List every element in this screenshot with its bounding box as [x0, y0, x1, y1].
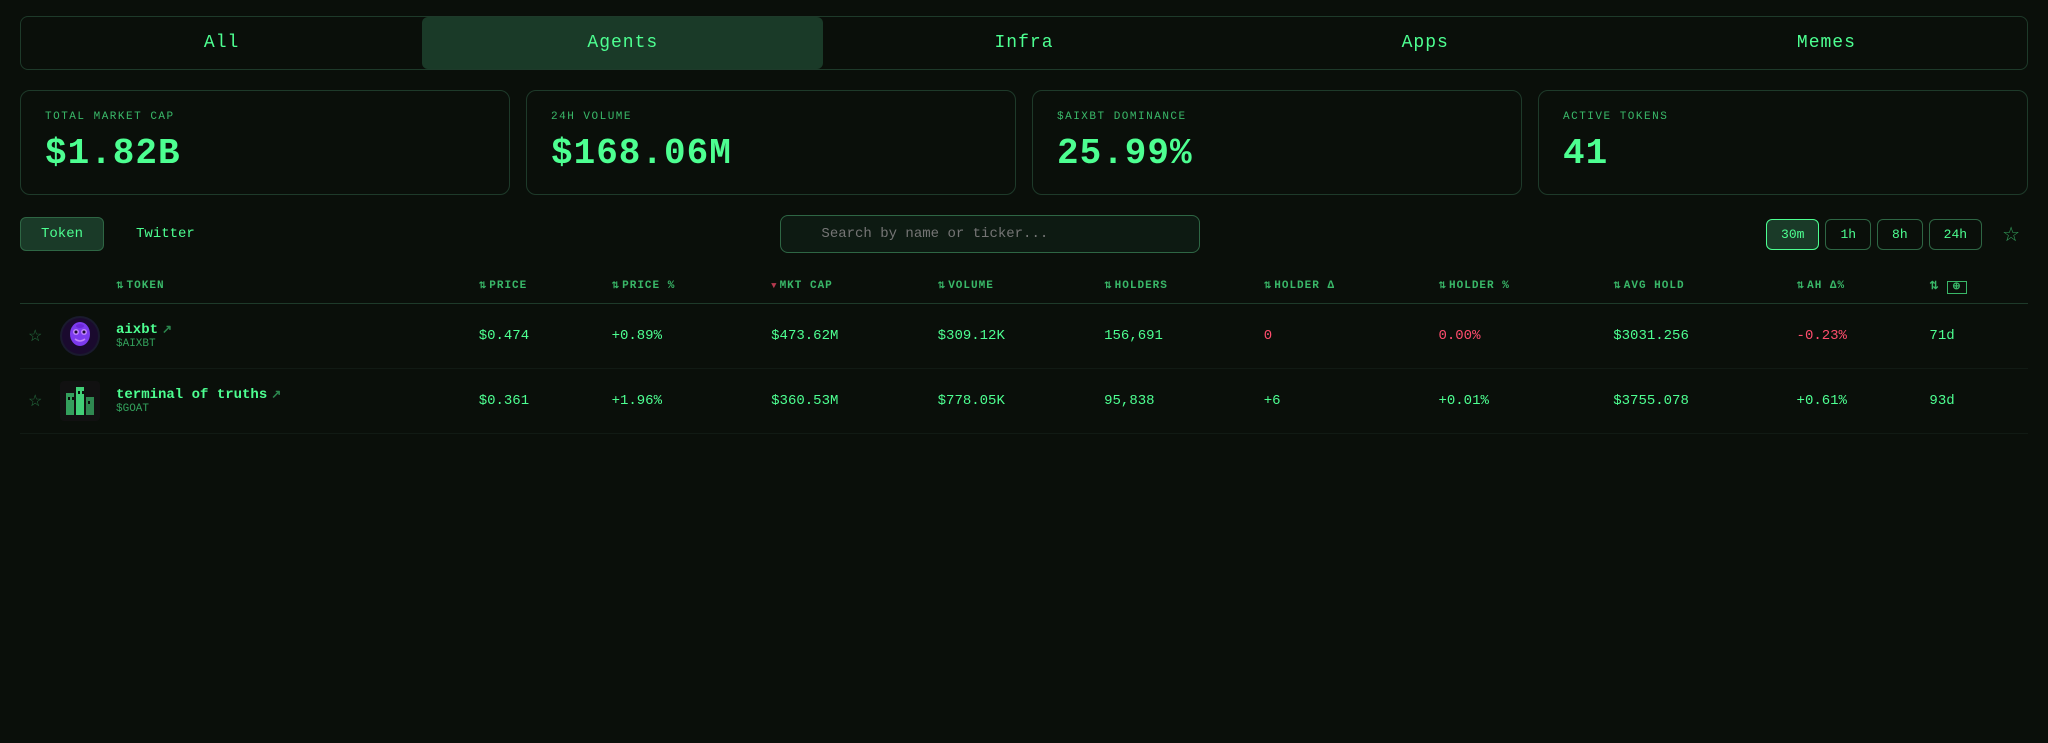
row-avatar: [52, 304, 108, 369]
row-token-name: aixbt↗ $AIXBT: [108, 304, 471, 369]
row-volume: $778.05K: [930, 369, 1096, 434]
filter-row: Token Twitter ⌕ 30m1h8h24h ☆: [20, 215, 2028, 253]
row-ah-delta: +0.61%: [1789, 369, 1922, 434]
row-star[interactable]: ☆: [20, 369, 52, 434]
row-holders: 95,838: [1096, 369, 1256, 434]
twitter-filter-button[interactable]: Twitter: [116, 218, 215, 250]
table-row[interactable]: ☆ aixbt↗ $AIXBT $0.474+0.89%$473.62M$309…: [20, 304, 2028, 369]
th-ah---[interactable]: ⇅AH Δ%: [1789, 269, 1922, 304]
time-btn-1h[interactable]: 1h: [1825, 219, 1871, 250]
token-table: ⇅TOKEN⇅PRICE⇅PRICE %▼MKT CAP⇅VOLUME⇅HOLD…: [20, 269, 2028, 434]
row-holder-delta: +6: [1256, 369, 1431, 434]
nav-tab-agents[interactable]: Agents: [422, 17, 823, 69]
token-table-wrap: ⇅TOKEN⇅PRICE⇅PRICE %▼MKT CAP⇅VOLUME⇅HOLD…: [20, 269, 2028, 434]
row-price-pct: +0.89%: [604, 304, 764, 369]
row-avg-hold: $3755.078: [1605, 369, 1788, 434]
table-row[interactable]: ☆ terminal of truths↗ $GOAT $0.361+1.96%…: [20, 369, 2028, 434]
th-holders[interactable]: ⇅HOLDERS: [1096, 269, 1256, 304]
stat-card: $AIXBT DOMINANCE 25.99%: [1032, 90, 1522, 195]
row-volume: $309.12K: [930, 304, 1096, 369]
nav-tabs: AllAgentsInfraAppsMemes: [0, 16, 2048, 70]
stat-label: $AIXBT DOMINANCE: [1057, 111, 1497, 123]
th-avg-hold[interactable]: ⇅AVG HOLD: [1605, 269, 1788, 304]
th--[interactable]: ⇅ ⊕: [1921, 269, 2028, 304]
row-age: 93d: [1921, 369, 2028, 434]
th-token[interactable]: ⇅TOKEN: [108, 269, 471, 304]
stat-label: TOTAL MARKET CAP: [45, 111, 485, 123]
stat-value: $168.06M: [551, 133, 991, 174]
th-volume[interactable]: ⇅VOLUME: [930, 269, 1096, 304]
stat-label: ACTIVE TOKENS: [1563, 111, 2003, 123]
external-link-icon[interactable]: ↗: [271, 388, 281, 402]
row-holders: 156,691: [1096, 304, 1256, 369]
external-link-icon[interactable]: ↗: [162, 323, 172, 337]
row-mkt-cap: $473.62M: [763, 304, 929, 369]
row-star[interactable]: ☆: [20, 304, 52, 369]
favorites-button[interactable]: ☆: [1994, 218, 2028, 251]
row-holder-delta: 0: [1256, 304, 1431, 369]
stat-value: 41: [1563, 133, 2003, 174]
token-filter-button[interactable]: Token: [20, 217, 104, 251]
stats-section: TOTAL MARKET CAP $1.82B 24H VOLUME $168.…: [0, 90, 2048, 195]
row-price: $0.361: [471, 369, 604, 434]
nav-tab-all[interactable]: All: [21, 17, 422, 69]
time-btn-24h[interactable]: 24h: [1929, 219, 1982, 250]
th-mkt-cap[interactable]: ▼MKT CAP: [763, 269, 929, 304]
stat-card: TOTAL MARKET CAP $1.82B: [20, 90, 510, 195]
nav-tab-memes[interactable]: Memes: [1626, 17, 2027, 69]
time-btn-8h[interactable]: 8h: [1877, 219, 1923, 250]
th-avatar: [52, 269, 108, 304]
row-holder-pct: +0.01%: [1430, 369, 1605, 434]
stat-value: $1.82B: [45, 133, 485, 174]
row-mkt-cap: $360.53M: [763, 369, 929, 434]
time-filter-group: 30m1h8h24h: [1766, 219, 1982, 250]
search-input[interactable]: [780, 215, 1200, 253]
th-price--[interactable]: ⇅PRICE %: [604, 269, 764, 304]
stat-value: 25.99%: [1057, 133, 1497, 174]
th-star: [20, 269, 52, 304]
row-price-pct: +1.96%: [604, 369, 764, 434]
row-avg-hold: $3031.256: [1605, 304, 1788, 369]
row-age: 71d: [1921, 304, 2028, 369]
stat-card: ACTIVE TOKENS 41: [1538, 90, 2028, 195]
row-ah-delta: -0.23%: [1789, 304, 1922, 369]
nav-tab-apps[interactable]: Apps: [1225, 17, 1626, 69]
time-btn-30m[interactable]: 30m: [1766, 219, 1819, 250]
row-token-name: terminal of truths↗ $GOAT: [108, 369, 471, 434]
th-holder--[interactable]: ⇅HOLDER %: [1430, 269, 1605, 304]
stat-card: 24H VOLUME $168.06M: [526, 90, 1016, 195]
th-price[interactable]: ⇅PRICE: [471, 269, 604, 304]
row-holder-pct: 0.00%: [1430, 304, 1605, 369]
row-price: $0.474: [471, 304, 604, 369]
stat-label: 24H VOLUME: [551, 111, 991, 123]
row-avatar: [52, 369, 108, 434]
nav-tab-infra[interactable]: Infra: [823, 17, 1224, 69]
th-holder--[interactable]: ⇅HOLDER Δ: [1256, 269, 1431, 304]
